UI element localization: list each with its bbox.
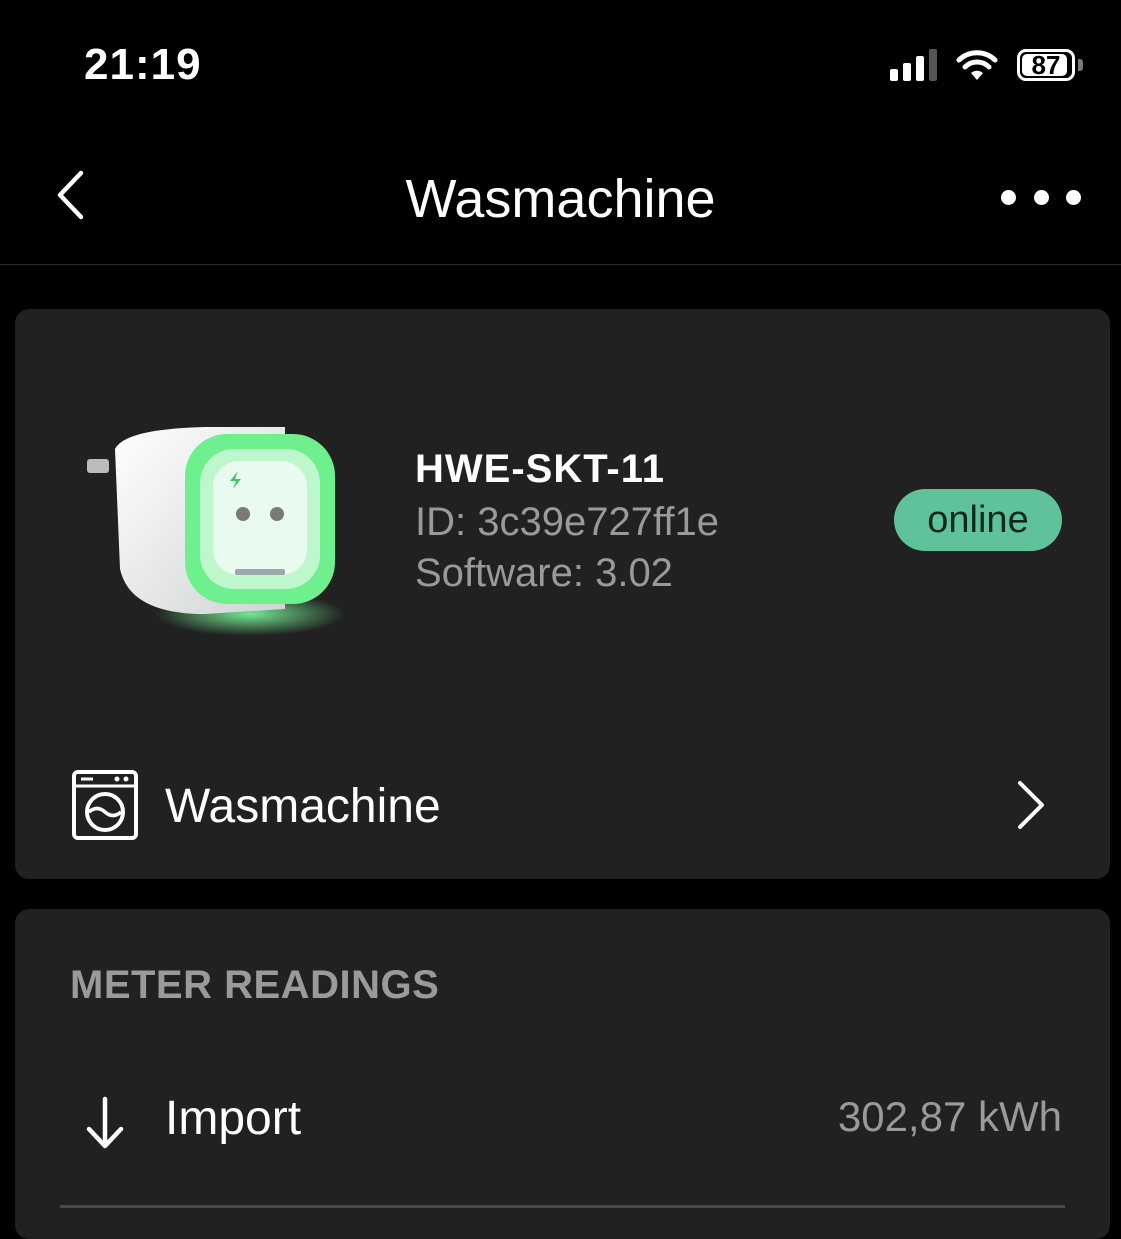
status-icons: 87 xyxy=(890,48,1083,82)
more-dots-icon xyxy=(1001,189,1016,205)
arrow-down-icon xyxy=(86,1096,124,1149)
more-options-button[interactable] xyxy=(1001,170,1081,224)
import-row: Import 302,87 kWh xyxy=(15,1089,1110,1189)
device-info: HWE-SKT-11 ID: 3c39e727ff1e Software: 3.… xyxy=(415,447,719,596)
status-badge: online xyxy=(894,489,1062,551)
device-model: HWE-SKT-11 xyxy=(415,447,666,491)
cellular-signal-icon xyxy=(890,49,937,81)
section-title: METER READINGS xyxy=(70,963,440,1007)
washing-machine-icon xyxy=(72,770,138,840)
battery-icon: 87 xyxy=(1017,49,1075,81)
import-value: 302,87 kWh xyxy=(837,1093,1062,1140)
device-software-version: Software: 3.02 xyxy=(415,551,673,595)
status-time: 21:19 xyxy=(84,40,202,89)
appliance-label: Wasmachine xyxy=(165,780,441,833)
chevron-right-icon xyxy=(1018,781,1044,829)
wifi-icon xyxy=(956,50,998,80)
status-bar: 21:19 87 xyxy=(0,0,1121,130)
appliance-row[interactable]: Wasmachine xyxy=(15,749,1110,859)
meter-readings-card: METER READINGS Import 302,87 kWh xyxy=(15,909,1110,1239)
device-id: ID: 3c39e727ff1e xyxy=(415,500,719,544)
navigation-bar: Wasmachine xyxy=(0,130,1121,265)
import-label: Import xyxy=(165,1092,302,1145)
device-card: HWE-SKT-11 ID: 3c39e727ff1e Software: 3.… xyxy=(15,309,1110,879)
page-title: Wasmachine xyxy=(405,169,716,229)
divider xyxy=(60,1205,1065,1208)
battery-level: 87 xyxy=(1031,50,1061,80)
energy-socket-image xyxy=(87,427,345,636)
